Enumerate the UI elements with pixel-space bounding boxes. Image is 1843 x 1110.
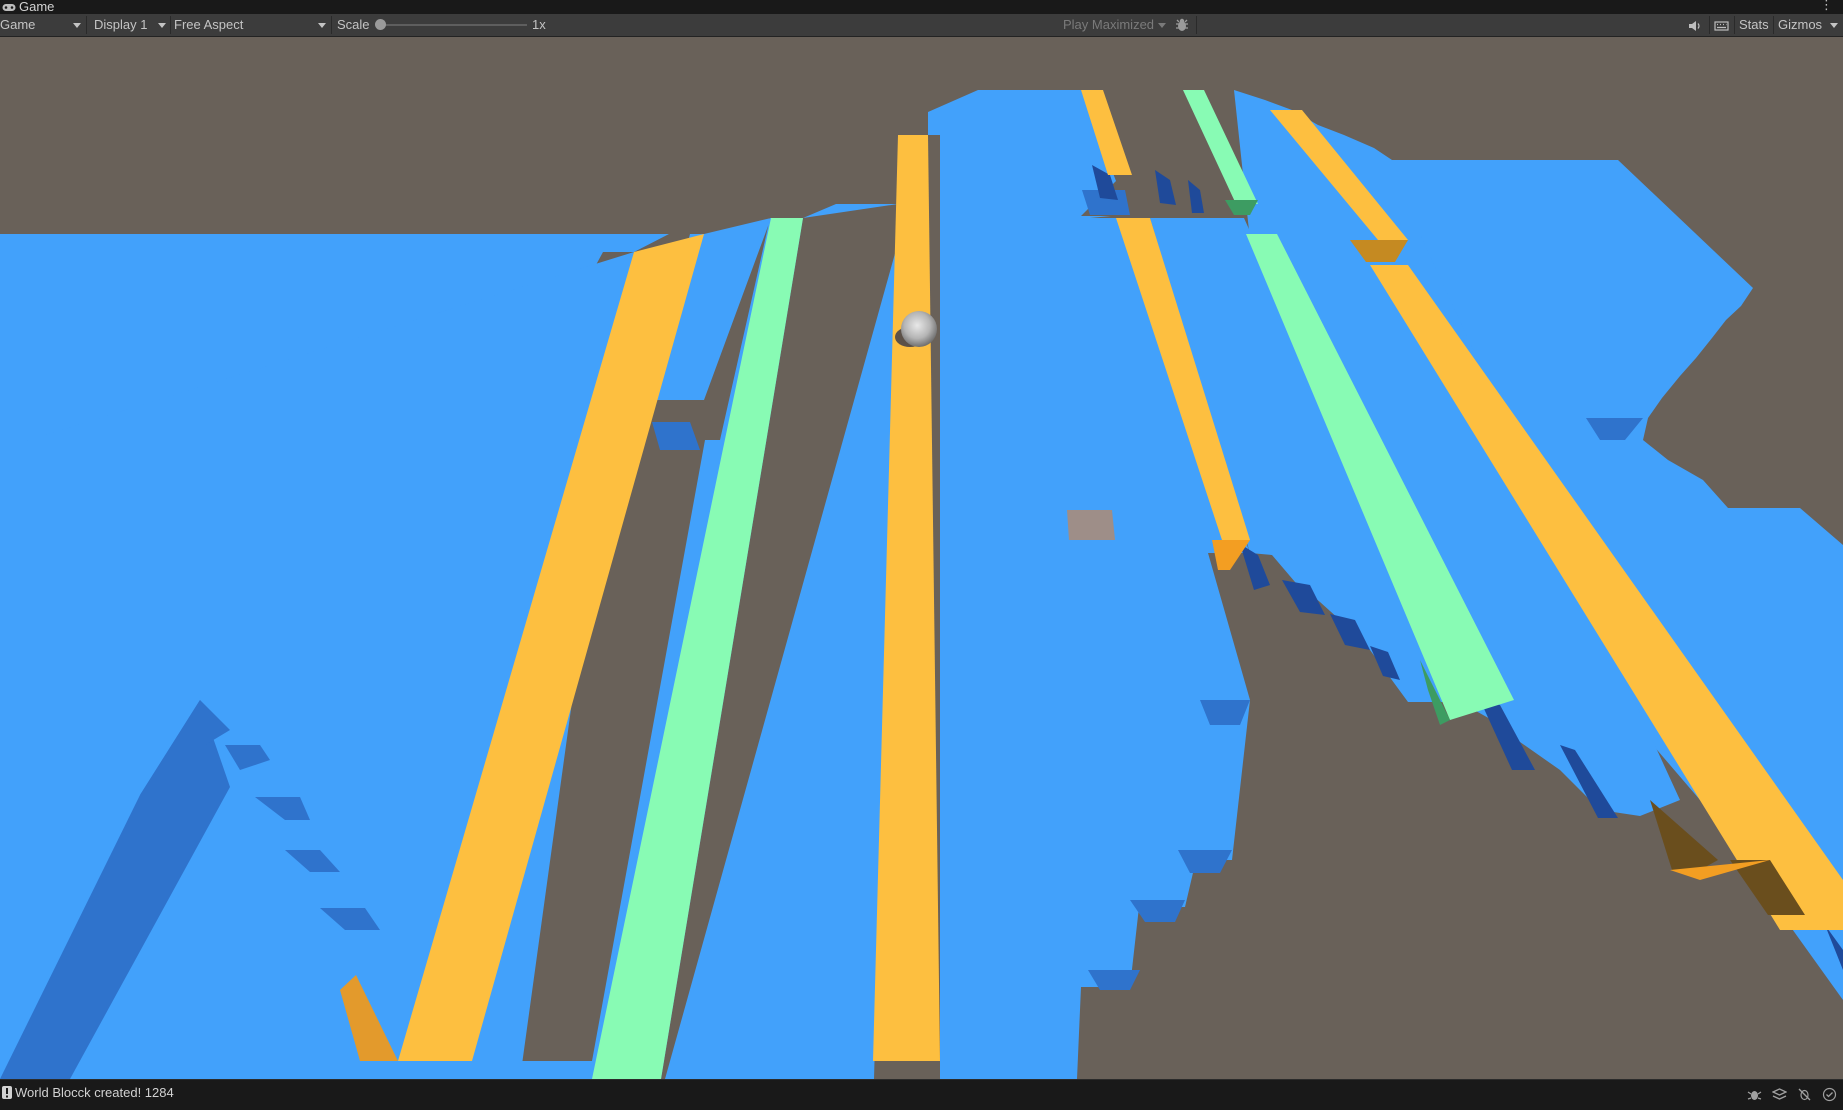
layers-icon[interactable] (1771, 1085, 1788, 1100)
audio-mute-icon[interactable] (1688, 18, 1702, 32)
toolbar-divider (86, 16, 87, 34)
keyboard-icon[interactable] (1714, 18, 1729, 32)
status-icons (1747, 1085, 1837, 1102)
check-circle-icon[interactable] (1822, 1085, 1837, 1102)
chevron-down-icon (1830, 23, 1838, 28)
display-label: Display 1 (94, 17, 148, 32)
chevron-down-icon (1158, 23, 1166, 28)
toolbar-divider (170, 16, 171, 34)
aspect-dropdown[interactable]: Free Aspect (174, 14, 328, 36)
play-mode-dropdown[interactable]: Play Maximized (1063, 14, 1166, 36)
stats-button[interactable]: Stats (1739, 14, 1769, 36)
toolbar-divider (1709, 16, 1710, 34)
scale-slider-track[interactable] (381, 24, 527, 26)
gizmos-dropdown[interactable]: Gizmos (1778, 14, 1838, 36)
scale-label: Scale (337, 17, 370, 32)
marker-tile (1067, 510, 1115, 540)
game-view-toolbar: Game Display 1 Free Aspect Scale 1x Play… (0, 14, 1843, 37)
play-mode-label: Play Maximized (1063, 17, 1155, 32)
view-mode-dropdown[interactable]: Game (0, 14, 84, 36)
toolbar-divider (1734, 16, 1735, 34)
aspect-label: Free Aspect (174, 17, 244, 32)
blue-block-shadow (1155, 170, 1176, 205)
blue-block-side (652, 422, 700, 450)
blue-block-side (1130, 900, 1185, 922)
chevron-down-icon (73, 23, 81, 28)
game-viewport[interactable] (0, 37, 1843, 1079)
display-dropdown[interactable]: Display 1 (94, 14, 168, 36)
game-scene (0, 90, 1843, 1079)
scale-slider-handle[interactable] (375, 19, 386, 30)
view-mode-label: Game (0, 17, 36, 32)
player-ball (901, 311, 937, 347)
more-options-icon[interactable]: ⋮ (1820, 0, 1833, 12)
debug-bug-icon[interactable] (1174, 17, 1190, 33)
no-bug-icon[interactable] (1797, 1085, 1812, 1101)
scale-value: 1x (532, 17, 546, 32)
blue-block-shadow (1188, 180, 1204, 213)
tab-title: Game (19, 0, 55, 14)
status-bar: World Blocck created! 1284 (0, 1079, 1843, 1105)
game-tab[interactable]: Game (2, 0, 54, 14)
bug-icon[interactable] (1747, 1085, 1762, 1100)
toolbar-divider (1773, 16, 1774, 34)
chevron-down-icon (158, 23, 166, 28)
toolbar-divider (331, 16, 332, 34)
gizmos-label: Gizmos (1778, 17, 1823, 32)
info-icon (2, 1086, 12, 1099)
window-titlebar: Game ⋮ (0, 0, 1843, 14)
status-message[interactable]: World Blocck created! 1284 (15, 1080, 174, 1105)
toolbar-divider (1196, 16, 1197, 34)
chevron-down-icon (318, 23, 326, 28)
gamepad-icon (2, 3, 16, 11)
